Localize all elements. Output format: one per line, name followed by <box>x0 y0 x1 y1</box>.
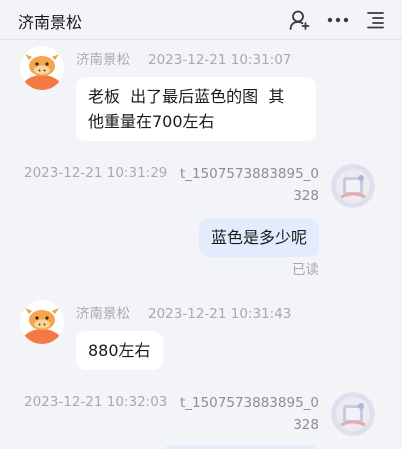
contact-avatar[interactable] <box>20 300 64 344</box>
sender-name: 济南景松 <box>76 306 130 322</box>
message-text: 880左右 <box>88 341 151 360</box>
more-icon[interactable] <box>326 8 350 32</box>
message-timestamp: 2023-12-21 10:31:07 <box>148 52 292 68</box>
sender-name: 济南景松 <box>76 52 130 68</box>
add-contact-icon[interactable] <box>287 8 311 32</box>
message-timestamp: 2023-12-21 10:31:29 <box>24 165 168 181</box>
message-meta: 济南景松 2023-12-21 10:31:43 <box>76 302 291 322</box>
menu-icon[interactable] <box>364 8 388 32</box>
message-text-line: 老板 出了最后蓝色的图 其 <box>88 87 285 106</box>
sender-name: t_1507573883895_0328 <box>179 395 319 433</box>
contact-avatar[interactable] <box>20 46 64 90</box>
message-timestamp: 2023-12-21 10:32:03 <box>24 394 168 410</box>
message-list[interactable]: 济南景松 2023-12-21 10:31:07 老板 出了最后蓝色的图 其 他重… <box>0 40 402 449</box>
user-avatar[interactable] <box>331 392 375 436</box>
sender-name: t_1507573883895_0328 <box>179 166 319 204</box>
message-bubble[interactable]: 老板 出了最后蓝色的图 其 他重量在700左右 <box>76 77 316 141</box>
message-bubble[interactable]: 880左右 <box>76 331 163 370</box>
message-timestamp: 2023-12-21 10:31:43 <box>148 306 292 322</box>
chat-title: 济南景松 <box>18 13 83 32</box>
message-bubble-partial[interactable] <box>162 445 319 449</box>
message-meta: 济南景松 2023-12-21 10:31:07 <box>76 48 291 68</box>
user-avatar[interactable] <box>331 164 375 208</box>
message-text: 蓝色是多少呢 <box>210 228 307 247</box>
chat-header: 济南景松 <box>0 0 402 40</box>
message-text-line: 他重量在700左右 <box>88 112 215 131</box>
message-bubble[interactable]: 蓝色是多少呢 <box>198 218 319 257</box>
read-status: 已读 <box>292 262 319 278</box>
